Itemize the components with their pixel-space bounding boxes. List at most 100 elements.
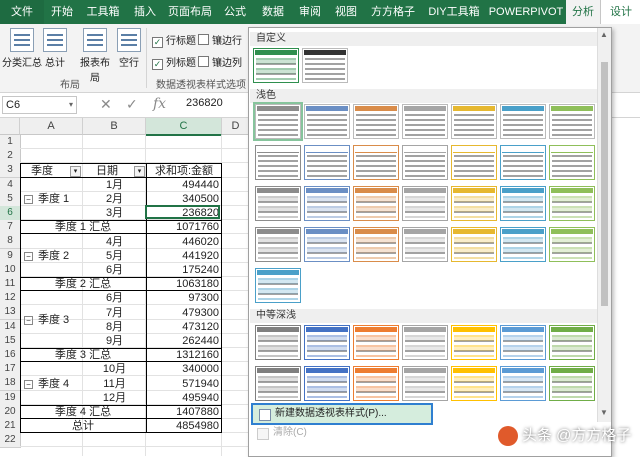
style-thumbnail[interactable] (500, 145, 546, 180)
month-cell[interactable]: 6月 (83, 291, 146, 305)
style-thumbnail[interactable] (549, 104, 595, 139)
style-thumbnail[interactable] (451, 145, 497, 180)
row-header[interactable]: 17 (0, 362, 21, 378)
month-cell[interactable]: 11月 (83, 377, 146, 391)
filter-dropdown-icon[interactable]: ▾ (134, 165, 145, 177)
month-cell[interactable]: 8月 (83, 320, 146, 334)
style-thumbnail[interactable] (253, 102, 303, 141)
row-header[interactable]: 18 (0, 376, 21, 392)
subtotal-value[interactable]: 1071760 (146, 220, 219, 234)
scroll-thumb[interactable] (601, 62, 608, 306)
month-cell[interactable]: 4月 (83, 235, 146, 249)
ribbon-tab[interactable]: 页面布局 (164, 0, 216, 24)
filter-dropdown-icon[interactable]: ▾ (70, 165, 81, 177)
row-header[interactable]: 2 (0, 149, 21, 165)
amount-cell[interactable]: 441920 (146, 249, 219, 263)
row-header[interactable]: 6 (0, 206, 21, 221)
ribbon-tab[interactable]: 分析 (566, 0, 600, 24)
row-header[interactable]: 21 (0, 419, 21, 434)
amount-cell[interactable]: 175240 (146, 263, 219, 277)
row-headers-checkbox[interactable]: ✓ 行标题 (152, 32, 196, 48)
amount-cell[interactable]: 340500 (146, 192, 219, 206)
row-header[interactable]: 12 (0, 291, 21, 307)
banded-rows-checkbox[interactable]: 镶边行 (198, 32, 242, 47)
style-thumbnail[interactable] (402, 145, 448, 180)
style-thumbnail[interactable] (304, 227, 350, 262)
row-header[interactable]: 5 (0, 191, 21, 207)
style-thumbnail[interactable] (353, 325, 399, 360)
active-cell-cursor[interactable] (145, 205, 220, 220)
style-thumbnail[interactable] (500, 186, 546, 221)
cancel-icon[interactable]: ✕ (100, 96, 112, 113)
month-cell[interactable]: 5月 (83, 249, 146, 263)
style-thumbnail[interactable] (549, 325, 595, 360)
gallery-scrollbar[interactable]: ▲ ▼ (597, 28, 611, 422)
ribbon-tab[interactable]: 插入 (126, 0, 164, 24)
row-header[interactable]: 20 (0, 404, 21, 420)
enter-icon[interactable]: ✓ (126, 96, 138, 113)
style-thumbnail[interactable] (451, 104, 497, 139)
row-header[interactable]: 14 (0, 319, 21, 335)
style-thumbnail[interactable] (549, 366, 595, 401)
row-header[interactable]: 15 (0, 333, 21, 349)
grand-total-value[interactable]: 4854980 (146, 419, 219, 433)
ribbon-tab[interactable]: 审阅 (292, 0, 328, 24)
row-header[interactable]: 10 (0, 262, 21, 278)
style-thumbnail[interactable] (353, 366, 399, 401)
style-thumbnail[interactable] (549, 145, 595, 180)
amount-cell[interactable]: 340000 (146, 362, 219, 376)
amount-cell[interactable]: 571940 (146, 377, 219, 391)
amount-cell[interactable]: 262440 (146, 334, 219, 348)
style-thumbnail[interactable] (255, 366, 301, 401)
row-header[interactable]: 1 (0, 135, 21, 150)
style-thumbnail[interactable] (353, 104, 399, 139)
amount-cell[interactable]: 495940 (146, 391, 219, 405)
style-thumbnail[interactable] (451, 186, 497, 221)
row-header[interactable]: 22 (0, 433, 21, 449)
subtotal-value[interactable]: 1407880 (146, 405, 219, 419)
style-thumbnail[interactable] (302, 48, 348, 83)
ribbon-tab[interactable]: DIY工具箱 (422, 0, 486, 24)
month-cell[interactable]: 10月 (83, 362, 146, 376)
style-thumbnail[interactable] (255, 145, 301, 180)
row-header[interactable]: 16 (0, 348, 21, 363)
amount-cell[interactable]: 479300 (146, 306, 219, 320)
style-thumbnail[interactable] (353, 186, 399, 221)
style-thumbnail[interactable] (402, 366, 448, 401)
style-thumbnail[interactable] (402, 104, 448, 139)
column-header[interactable]: B (83, 118, 146, 135)
style-thumbnail[interactable] (500, 227, 546, 262)
column-header[interactable]: D (222, 118, 250, 135)
style-thumbnail[interactable] (255, 186, 301, 221)
subtotal-button[interactable]: 分类汇总 (2, 28, 42, 69)
banded-columns-checkbox[interactable]: 镶边列 (198, 54, 242, 69)
insert-function-icon[interactable]: fx (153, 96, 166, 112)
ribbon-tab[interactable]: 工具箱 (80, 0, 126, 24)
style-thumbnail[interactable] (255, 227, 301, 262)
amount-cell[interactable]: 97300 (146, 291, 219, 305)
row-header[interactable]: 3 (0, 163, 21, 179)
row-header[interactable]: 9 (0, 248, 21, 264)
ribbon-tab[interactable]: 视图 (328, 0, 364, 24)
column-header[interactable]: C (146, 118, 222, 136)
style-thumbnail[interactable] (500, 366, 546, 401)
row-header[interactable]: 7 (0, 220, 21, 236)
ribbon-tab[interactable]: POWERPIVOT (486, 0, 566, 24)
collapse-icon[interactable]: − (24, 194, 33, 204)
ribbon-tab[interactable]: 公式 (216, 0, 254, 24)
month-cell[interactable]: 7月 (83, 306, 146, 320)
ribbon-tab[interactable]: 开始 (44, 0, 80, 24)
style-thumbnail[interactable] (255, 268, 301, 303)
ribbon-tab[interactable]: 方方格子 (364, 0, 422, 24)
ribbon-tab[interactable]: 数据 (254, 0, 292, 24)
month-cell[interactable]: 2月 (83, 192, 146, 206)
amount-cell[interactable]: 446020 (146, 235, 219, 249)
style-thumbnail[interactable] (451, 366, 497, 401)
column-header[interactable]: A (20, 118, 83, 135)
style-thumbnail[interactable] (255, 325, 301, 360)
blank-rows-button[interactable]: 空行 (116, 28, 142, 69)
new-pivot-style-menu-item[interactable]: 新建数据透视表样式(P)... (251, 403, 433, 425)
ribbon-tab[interactable]: 文件 (0, 0, 44, 24)
formula-input[interactable]: 236820 (186, 97, 223, 109)
scroll-up-icon[interactable]: ▲ (600, 30, 608, 39)
